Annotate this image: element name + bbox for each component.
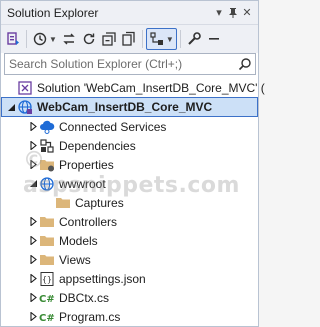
collapsed-arrow-icon[interactable] bbox=[27, 216, 39, 228]
tree-item-label: DBCtx.cs bbox=[59, 290, 110, 305]
connected-services-icon bbox=[39, 119, 55, 135]
collapse-all-button[interactable] bbox=[99, 28, 119, 50]
tree-item-dependencies[interactable]: Dependencies bbox=[1, 136, 258, 155]
solution-explorer-window: Solution Explorer ▾ ✕ ▼ ▼ Search Solutio… bbox=[0, 0, 265, 327]
folder-icon bbox=[39, 252, 55, 268]
switch-views-icon bbox=[7, 32, 19, 45]
history-icon bbox=[33, 32, 47, 46]
tree-item-properties[interactable]: Properties bbox=[1, 155, 258, 174]
toolbar: ▼ ▼ bbox=[1, 25, 258, 53]
tree-item-models[interactable]: Models bbox=[1, 231, 258, 250]
collapsed-arrow-icon[interactable] bbox=[27, 121, 39, 133]
expanded-arrow-icon[interactable] bbox=[5, 101, 17, 113]
solution-tree: Solution 'WebCam_InsertDB_Core_MVC' ( We… bbox=[1, 75, 265, 326]
svg-text:{}: {} bbox=[42, 275, 52, 284]
dependencies-icon bbox=[39, 138, 55, 154]
pin-button[interactable] bbox=[226, 5, 240, 21]
collapsed-arrow-icon[interactable] bbox=[27, 254, 39, 266]
refresh-button[interactable] bbox=[79, 28, 99, 50]
close-button[interactable]: ✕ bbox=[240, 5, 254, 21]
collapsed-arrow-icon[interactable] bbox=[27, 273, 39, 285]
show-all-files-icon bbox=[122, 31, 135, 46]
toolbar-separator bbox=[141, 30, 143, 48]
solution-icon bbox=[17, 80, 33, 96]
folder-icon bbox=[39, 214, 55, 230]
tree-item-appsettings[interactable]: {} appsettings.json bbox=[1, 269, 258, 288]
search-box[interactable] bbox=[4, 53, 256, 75]
window-title: Solution Explorer bbox=[7, 5, 99, 20]
svg-text:C#: C# bbox=[39, 313, 55, 324]
show-all-files-button[interactable] bbox=[119, 28, 139, 50]
preview-selected-items-button[interactable]: ▼ bbox=[145, 28, 177, 50]
folder-icon bbox=[39, 233, 55, 249]
collapsed-arrow-icon[interactable] bbox=[27, 311, 39, 323]
wrench-icon bbox=[188, 32, 201, 45]
tree-item-label: appsettings.json bbox=[59, 271, 146, 286]
minus-button[interactable] bbox=[204, 28, 224, 50]
tree-item-label: Views bbox=[59, 252, 91, 267]
sync-icon bbox=[63, 33, 75, 45]
title-bar: Solution Explorer ▾ ✕ bbox=[1, 1, 258, 25]
tree-item-views[interactable]: Views bbox=[1, 250, 258, 269]
solution-label: Solution 'WebCam_InsertDB_Core_MVC' ( bbox=[37, 80, 265, 95]
expanded-arrow-icon[interactable] bbox=[27, 178, 39, 190]
csharp-icon: C# bbox=[39, 290, 55, 306]
tree-item-captures[interactable]: Captures bbox=[1, 193, 258, 212]
project-label: WebCam_InsertDB_Core_MVC bbox=[37, 100, 213, 114]
toolbar-separator bbox=[179, 30, 181, 48]
tree-item-dbctx[interactable]: C# DBCtx.cs bbox=[1, 288, 258, 307]
collapsed-arrow-icon[interactable] bbox=[27, 292, 39, 304]
tree-item-label: Models bbox=[59, 233, 98, 248]
tree-item-label: Properties bbox=[59, 157, 114, 172]
collapse-all-icon bbox=[102, 32, 116, 46]
refresh-icon bbox=[83, 33, 95, 45]
minus-icon bbox=[208, 38, 219, 40]
chevron-down-icon: ▼ bbox=[165, 34, 174, 44]
sync-button[interactable] bbox=[59, 28, 79, 50]
globe-icon bbox=[39, 176, 55, 192]
folder-icon bbox=[55, 195, 71, 211]
tree-item-label: wwwroot bbox=[59, 176, 106, 191]
pin-icon bbox=[229, 7, 237, 18]
tree-item-project[interactable]: WebCam_InsertDB_Core_MVC bbox=[1, 97, 258, 117]
web-project-icon bbox=[17, 99, 33, 115]
svg-text:C#: C# bbox=[39, 294, 55, 305]
properties-button[interactable] bbox=[184, 28, 204, 50]
collapsed-arrow-icon[interactable] bbox=[27, 140, 39, 152]
tree-item-controllers[interactable]: Controllers bbox=[1, 212, 258, 231]
pending-changes-filter-button[interactable]: ▼ bbox=[30, 28, 59, 50]
tree-item-label: Captures bbox=[75, 195, 124, 210]
folder-settings-icon bbox=[39, 157, 55, 173]
tree-item-label: Controllers bbox=[59, 214, 118, 229]
search-input[interactable] bbox=[5, 57, 235, 71]
tree-item-program[interactable]: C# Program.cs bbox=[1, 307, 258, 326]
tree-item-connected-services[interactable]: Connected Services bbox=[1, 117, 258, 136]
collapsed-arrow-icon[interactable] bbox=[27, 159, 39, 171]
json-icon: {} bbox=[39, 271, 55, 287]
csharp-icon: C# bbox=[39, 309, 55, 325]
tree-item-wwwroot[interactable]: wwwroot bbox=[1, 174, 258, 193]
window-options-button[interactable]: ▾ bbox=[212, 5, 226, 21]
search-icon[interactable] bbox=[235, 57, 255, 71]
tree-item-label: Connected Services bbox=[59, 119, 167, 134]
chevron-down-icon: ▼ bbox=[49, 34, 57, 44]
tree-item-solution[interactable]: Solution 'WebCam_InsertDB_Core_MVC' ( bbox=[1, 78, 265, 97]
tree-item-label: Program.cs bbox=[59, 309, 121, 324]
tree-item-label: Dependencies bbox=[59, 138, 136, 153]
toolbar-separator bbox=[26, 30, 27, 48]
switch-views-button[interactable] bbox=[3, 28, 23, 50]
collapsed-arrow-icon[interactable] bbox=[27, 235, 39, 247]
properties-tree-icon bbox=[150, 32, 163, 45]
